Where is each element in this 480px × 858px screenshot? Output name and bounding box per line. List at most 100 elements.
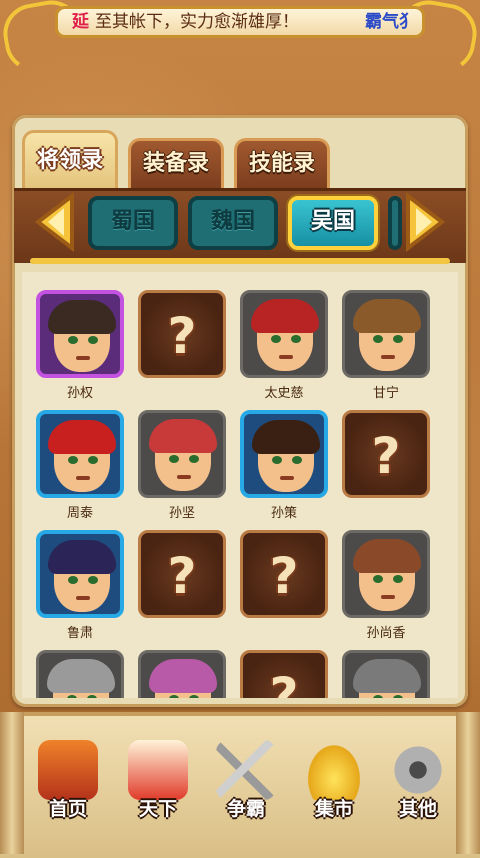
general-name: 甘宁	[372, 386, 399, 401]
nav-battle[interactable]: 争霸	[204, 740, 288, 840]
eye	[67, 695, 77, 698]
marquee-tail: 霸气犭	[365, 12, 416, 32]
eye	[291, 335, 301, 343]
kingdom-next-partial	[388, 196, 402, 250]
kingdom-wu[interactable]: 吴国	[288, 196, 378, 250]
eye	[272, 456, 282, 464]
mouth	[76, 356, 90, 360]
hair	[353, 539, 421, 573]
eye	[88, 336, 98, 344]
eye	[393, 695, 403, 698]
general-card[interactable]	[336, 650, 436, 698]
hair	[252, 420, 320, 454]
nav-world-label: 天下	[138, 798, 177, 820]
general-portrait	[240, 290, 328, 378]
general-card[interactable]: ?	[132, 530, 232, 640]
tab-skills[interactable]: 技能录	[234, 138, 330, 192]
general-card[interactable]: 太史慈	[234, 290, 334, 401]
general-card[interactable]: ?	[234, 650, 334, 698]
general-portrait	[36, 290, 124, 378]
eye	[189, 695, 199, 698]
eye	[68, 576, 78, 584]
unknown-general-portrait: ?	[138, 530, 226, 618]
general-name: 孙坚	[168, 506, 195, 521]
general-name: 孙策	[270, 506, 297, 521]
eye	[88, 576, 98, 584]
mouth	[177, 475, 191, 479]
eye	[393, 575, 403, 583]
marquee-message: 至其帐下，实力愈渐雄厚！	[95, 12, 299, 32]
mouth	[76, 476, 90, 480]
unknown-general-portrait: ?	[240, 650, 328, 698]
gear-icon	[388, 740, 448, 800]
general-card[interactable]	[132, 650, 232, 698]
question-mark-icon: ?	[167, 547, 197, 605]
nav-home[interactable]: 首页	[26, 740, 110, 840]
mouth	[381, 355, 395, 359]
nav-world[interactable]: 天下	[116, 740, 200, 840]
eye	[189, 455, 199, 463]
general-name	[234, 622, 334, 640]
eye	[169, 695, 179, 698]
eye	[271, 335, 281, 343]
general-card[interactable]: 孙尚香	[336, 530, 436, 641]
question-mark-icon: ?	[269, 667, 299, 698]
general-card[interactable]: 周泰	[30, 410, 130, 521]
general-card[interactable]: 孙策	[234, 410, 334, 521]
prev-arrow-icon[interactable]	[32, 191, 76, 253]
general-portrait	[342, 530, 430, 618]
eye	[373, 335, 383, 343]
general-card[interactable]: 孙坚	[132, 410, 232, 521]
next-arrow-icon[interactable]	[404, 191, 448, 253]
kingdom-shu[interactable]: 蜀国	[88, 196, 178, 250]
top-bar: 延至其帐下，实力愈渐雄厚！ 霸气犭	[0, 0, 480, 78]
general-card[interactable]: ?	[234, 530, 334, 640]
eye	[373, 575, 383, 583]
general-name: 鲁肃	[66, 626, 93, 641]
tab-equipment[interactable]: 装备录	[128, 138, 224, 192]
general-portrait	[342, 290, 430, 378]
nav-market-label: 集市	[314, 798, 353, 820]
general-name	[132, 382, 232, 400]
unknown-general-portrait: ?	[342, 410, 430, 498]
generals-grid[interactable]: 孙权? 太史慈 甘宁 周泰 孙坚 孙策? 鲁肃?? 孙尚香?	[22, 272, 458, 698]
hair	[149, 419, 217, 453]
general-portrait	[36, 410, 124, 498]
mouth	[381, 595, 395, 599]
general-card[interactable]: ?	[132, 290, 232, 400]
hair	[48, 300, 116, 334]
general-portrait	[342, 650, 430, 698]
tab-generals[interactable]: 将领录	[22, 130, 118, 192]
eye	[393, 335, 403, 343]
kingdom-wei[interactable]: 魏国	[188, 196, 278, 250]
nav-other-label: 其他	[398, 798, 437, 820]
nav-battle-label: 争霸	[226, 798, 265, 820]
hair	[353, 299, 421, 333]
hair	[48, 420, 116, 454]
eye	[292, 456, 302, 464]
crossed-swords-icon	[216, 740, 276, 800]
general-portrait	[138, 650, 226, 698]
general-name	[132, 622, 232, 640]
mouth	[76, 596, 90, 600]
hair	[48, 540, 116, 574]
hair	[47, 659, 115, 693]
general-name: 孙权	[66, 386, 93, 401]
general-card[interactable]: 孙权	[30, 290, 130, 401]
scroll-end-left	[0, 712, 24, 854]
eye	[169, 455, 179, 463]
general-card[interactable]: 甘宁	[336, 290, 436, 401]
general-card[interactable]: 鲁肃	[30, 530, 130, 641]
hair	[251, 299, 319, 333]
unknown-general-portrait: ?	[240, 530, 328, 618]
unknown-general-portrait: ?	[138, 290, 226, 378]
hair	[149, 659, 217, 693]
general-portrait	[36, 650, 124, 698]
nav-market[interactable]: 集市	[292, 740, 376, 840]
palace-icon	[38, 740, 98, 800]
announcement-marquee: 延至其帐下，实力愈渐雄厚！ 霸气犭	[55, 6, 425, 38]
nav-other[interactable]: 其他	[376, 740, 460, 840]
marquee-player-name: 延	[72, 12, 89, 32]
general-card[interactable]	[30, 650, 130, 698]
general-card[interactable]: ?	[336, 410, 436, 520]
